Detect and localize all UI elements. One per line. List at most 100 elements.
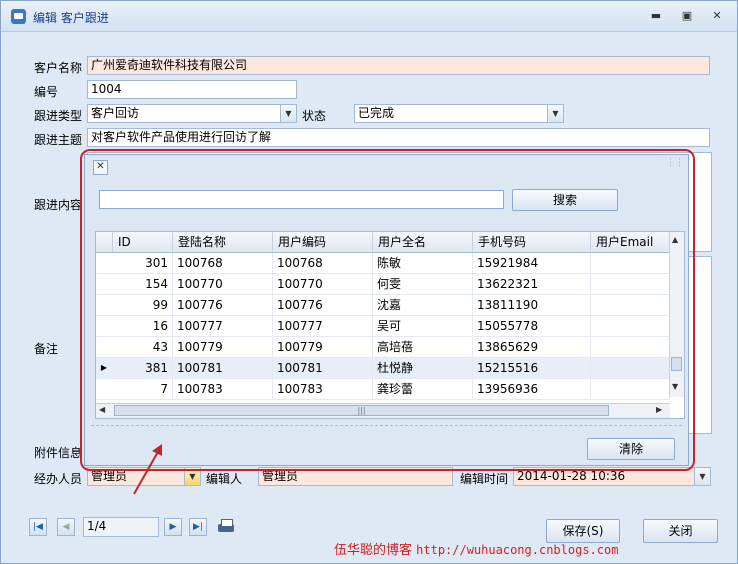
cell-code: 100777: [273, 316, 373, 336]
table-row[interactable]: 16 100777 100777 吴可 15055778: [96, 316, 670, 337]
cell-phone: 13865629: [473, 337, 591, 357]
search-input[interactable]: [99, 190, 504, 209]
close-icon[interactable]: ✕: [710, 9, 724, 23]
column-header-phone[interactable]: 手机号码: [473, 232, 591, 253]
cell-login: 100779: [173, 337, 273, 357]
topic-field[interactable]: 对客户软件产品使用进行回访了解: [87, 128, 710, 147]
horizontal-scrollbar[interactable]: ◀ ||| ▶: [96, 403, 670, 418]
status-combo[interactable]: 已完成 ▼: [354, 104, 564, 123]
first-page-icon[interactable]: |◀: [29, 518, 47, 536]
edit-time-value: 2014-01-28 10:36: [517, 469, 626, 483]
table-row[interactable]: 7 100783 100783 龚珍蕾 13956936: [96, 379, 670, 400]
row-header: [96, 316, 112, 336]
table-row[interactable]: 43 100779 100779 高培蓓 13865629: [96, 337, 670, 358]
table-row[interactable]: ▶ 381 100781 100781 杜悦静 15215516: [96, 358, 670, 379]
page-position-field[interactable]: 1/4: [83, 517, 159, 537]
editor-field[interactable]: 管理员: [258, 467, 453, 486]
topic-label: 跟进主题: [34, 133, 83, 147]
table-row[interactable]: 154 100770 100770 何雯 13622321: [96, 274, 670, 295]
cell-name: 高培蓓: [373, 337, 473, 357]
remark-label: 备注: [34, 342, 59, 356]
cell-id: 99: [113, 295, 173, 315]
previous-page-icon[interactable]: ◀: [57, 518, 75, 536]
editor-label: 编辑人: [206, 472, 243, 486]
cell-id: 7: [113, 379, 173, 399]
handler-value: 管理员: [91, 469, 128, 483]
cell-phone: 13622321: [473, 274, 591, 294]
print-icon[interactable]: [216, 517, 236, 536]
watermark-author: 伍华聪的博客: [334, 543, 413, 558]
number-label: 编号: [34, 85, 59, 99]
cell-login: 100777: [173, 316, 273, 336]
type-value: 客户回访: [91, 106, 140, 120]
customer-name-label: 客户名称: [34, 61, 83, 75]
cell-email: [591, 379, 670, 399]
hscroll-thumb[interactable]: |||: [114, 405, 609, 416]
status-value: 已完成: [358, 106, 395, 120]
scroll-up-icon[interactable]: ▲: [672, 235, 678, 244]
resize-grip-icon[interactable]: ⋮⋮: [666, 158, 684, 168]
window-title: 编辑 客户跟进: [33, 11, 109, 25]
edit-time-field[interactable]: 2014-01-28 10:36 ▼: [513, 467, 711, 486]
app-icon: [11, 9, 26, 24]
cell-login: 100783: [173, 379, 273, 399]
row-header: [96, 295, 112, 315]
cell-email: [591, 295, 670, 315]
cell-code: 100770: [273, 274, 373, 294]
type-label: 跟进类型: [34, 109, 83, 123]
cell-id: 43: [113, 337, 173, 357]
cell-login: 100768: [173, 253, 273, 273]
row-header: [96, 253, 112, 273]
column-header-login[interactable]: 登陆名称: [173, 232, 273, 253]
scroll-thumb[interactable]: [671, 357, 682, 371]
cell-code: 100776: [273, 295, 373, 315]
row-header: [96, 379, 112, 399]
chevron-down-icon[interactable]: ▼: [184, 468, 200, 485]
scroll-left-icon[interactable]: ◀: [99, 405, 105, 414]
table-row[interactable]: 301 100768 100768 陈敏 15921984: [96, 253, 670, 274]
grid-corner: [96, 232, 113, 253]
chevron-down-icon[interactable]: ▼: [547, 105, 563, 122]
content-label: 跟进内容: [34, 198, 83, 212]
cell-login: 100781: [173, 358, 273, 378]
cell-id: 381: [113, 358, 173, 378]
scroll-right-icon[interactable]: ▶: [656, 405, 662, 414]
cell-email: [591, 253, 670, 273]
edit-window: 编辑 客户跟进 ▬ ▣ ✕ 客户名称 广州爱奇迪软件科技有限公司 编号 1004…: [0, 0, 738, 564]
cell-name: 吴可: [373, 316, 473, 336]
column-header-email[interactable]: 用户Email: [591, 232, 670, 253]
restore-icon[interactable]: ▣: [680, 9, 694, 23]
cell-name: 龚珍蕾: [373, 379, 473, 399]
cell-name: 杜悦静: [373, 358, 473, 378]
cell-email: [591, 337, 670, 357]
scroll-down-icon[interactable]: ▼: [672, 382, 678, 391]
last-page-icon[interactable]: ▶|: [189, 518, 207, 536]
cell-login: 100776: [173, 295, 273, 315]
minimize-icon[interactable]: ▬: [649, 9, 663, 23]
attachment-label: 附件信息: [34, 446, 83, 460]
cell-email: [591, 274, 670, 294]
chevron-down-icon[interactable]: ▼: [694, 468, 710, 485]
user-grid: ID 登陆名称 用户编码 用户全名 手机号码 用户Email 301 100768…: [95, 231, 685, 419]
type-combo[interactable]: 客户回访 ▼: [87, 104, 297, 123]
cell-name: 陈敏: [373, 253, 473, 273]
row-indicator-icon: ▶: [100, 363, 108, 372]
table-row[interactable]: 99 100776 100776 沈嘉 13811190: [96, 295, 670, 316]
cell-id: 154: [113, 274, 173, 294]
next-page-icon[interactable]: ▶: [164, 518, 182, 536]
search-button[interactable]: 搜索: [512, 189, 618, 211]
vertical-scrollbar[interactable]: ▲ ▼: [669, 232, 684, 397]
cell-phone: 15215516: [473, 358, 591, 378]
chevron-down-icon[interactable]: ▼: [280, 105, 296, 122]
close-icon[interactable]: ✕: [93, 160, 108, 175]
clear-button[interactable]: 清除: [587, 438, 675, 460]
column-header-name[interactable]: 用户全名: [373, 232, 473, 253]
column-header-id[interactable]: ID: [113, 232, 173, 253]
column-header-code[interactable]: 用户编码: [273, 232, 373, 253]
watermark-url: http://wuhuacong.cnblogs.com: [416, 543, 619, 557]
cell-phone: 13956936: [473, 379, 591, 399]
customer-name-field[interactable]: 广州爱奇迪软件科技有限公司: [87, 56, 710, 75]
user-picker-popup: ✕ ⋮⋮ 搜索 ID 登陆名称 用户编码 用户全名 手机号码 用户Email 3…: [84, 154, 689, 466]
close-button[interactable]: 关闭: [643, 519, 718, 543]
number-field[interactable]: 1004: [87, 80, 297, 99]
